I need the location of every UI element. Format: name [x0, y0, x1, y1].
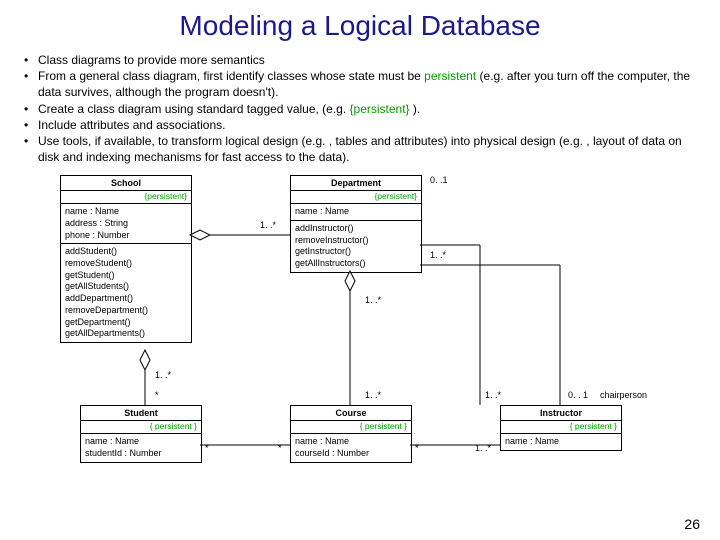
class-course: Course { persistent } name : Name course…: [290, 405, 412, 462]
bullet-list: Class diagrams to provide more semantics…: [20, 52, 700, 165]
class-school: School {persistent} name : Name address …: [60, 175, 192, 343]
class-attrs: name : Name: [501, 434, 621, 450]
multiplicity: *: [278, 443, 282, 453]
multiplicity: *: [415, 443, 419, 453]
class-attrs: name : Name address : String phone : Num…: [61, 204, 191, 243]
multiplicity: 1. .*: [475, 443, 491, 453]
class-attrs: name : Name: [291, 204, 421, 220]
class-tag: { persistent }: [81, 421, 201, 434]
bullet-item: Use tools, if available, to transform lo…: [20, 133, 700, 165]
class-name: Instructor: [501, 406, 621, 421]
multiplicity: *: [155, 390, 159, 400]
assoc-school-student: [135, 350, 155, 405]
bullet-item: Create a class diagram using standard ta…: [20, 101, 700, 117]
class-department: Department {persistent} name : Name addI…: [290, 175, 422, 272]
class-tag: { persistent }: [291, 421, 411, 434]
bullet-item: Include attributes and associations.: [20, 117, 700, 133]
class-tag: {persistent}: [61, 191, 191, 204]
class-attrs: name : Name studentId : Number: [81, 434, 201, 461]
class-tag: { persistent }: [501, 421, 621, 434]
bullet-item: Class diagrams to provide more semantics: [20, 52, 700, 68]
multiplicity: 1. .*: [430, 250, 446, 260]
assoc-school-department: [190, 230, 290, 240]
multiplicity: 0. . 1: [568, 390, 588, 400]
class-name: School: [61, 176, 191, 191]
page-title: Modeling a Logical Database: [20, 10, 700, 42]
class-name: Course: [291, 406, 411, 421]
multiplicity: 1. .*: [485, 390, 501, 400]
multiplicity: 0. .1: [430, 175, 448, 185]
class-tag: {persistent}: [291, 191, 421, 204]
class-ops: addStudent() removeStudent() getStudent(…: [61, 243, 191, 342]
multiplicity: 1. .*: [260, 220, 276, 230]
multiplicity: 1. .*: [365, 295, 381, 305]
class-student: Student { persistent } name : Name stude…: [80, 405, 202, 462]
multiplicity: *: [205, 443, 209, 453]
assoc-department-instructor: [420, 245, 570, 405]
class-name: Student: [81, 406, 201, 421]
bullet-item: From a general class diagram, first iden…: [20, 68, 700, 100]
role-label: chairperson: [600, 390, 647, 400]
multiplicity: 1. .*: [365, 390, 381, 400]
page-number: 26: [684, 516, 700, 532]
multiplicity: 1. .*: [155, 370, 171, 380]
class-name: Department: [291, 176, 421, 191]
assoc-student-course: [200, 440, 290, 450]
class-attrs: name : Name courseId : Number: [291, 434, 411, 461]
uml-diagram: School {persistent} name : Name address …: [20, 175, 700, 495]
class-ops: addInstructor() removeInstructor() getIn…: [291, 220, 421, 272]
class-instructor: Instructor { persistent } name : Name: [500, 405, 622, 451]
assoc-department-course: [340, 271, 360, 405]
